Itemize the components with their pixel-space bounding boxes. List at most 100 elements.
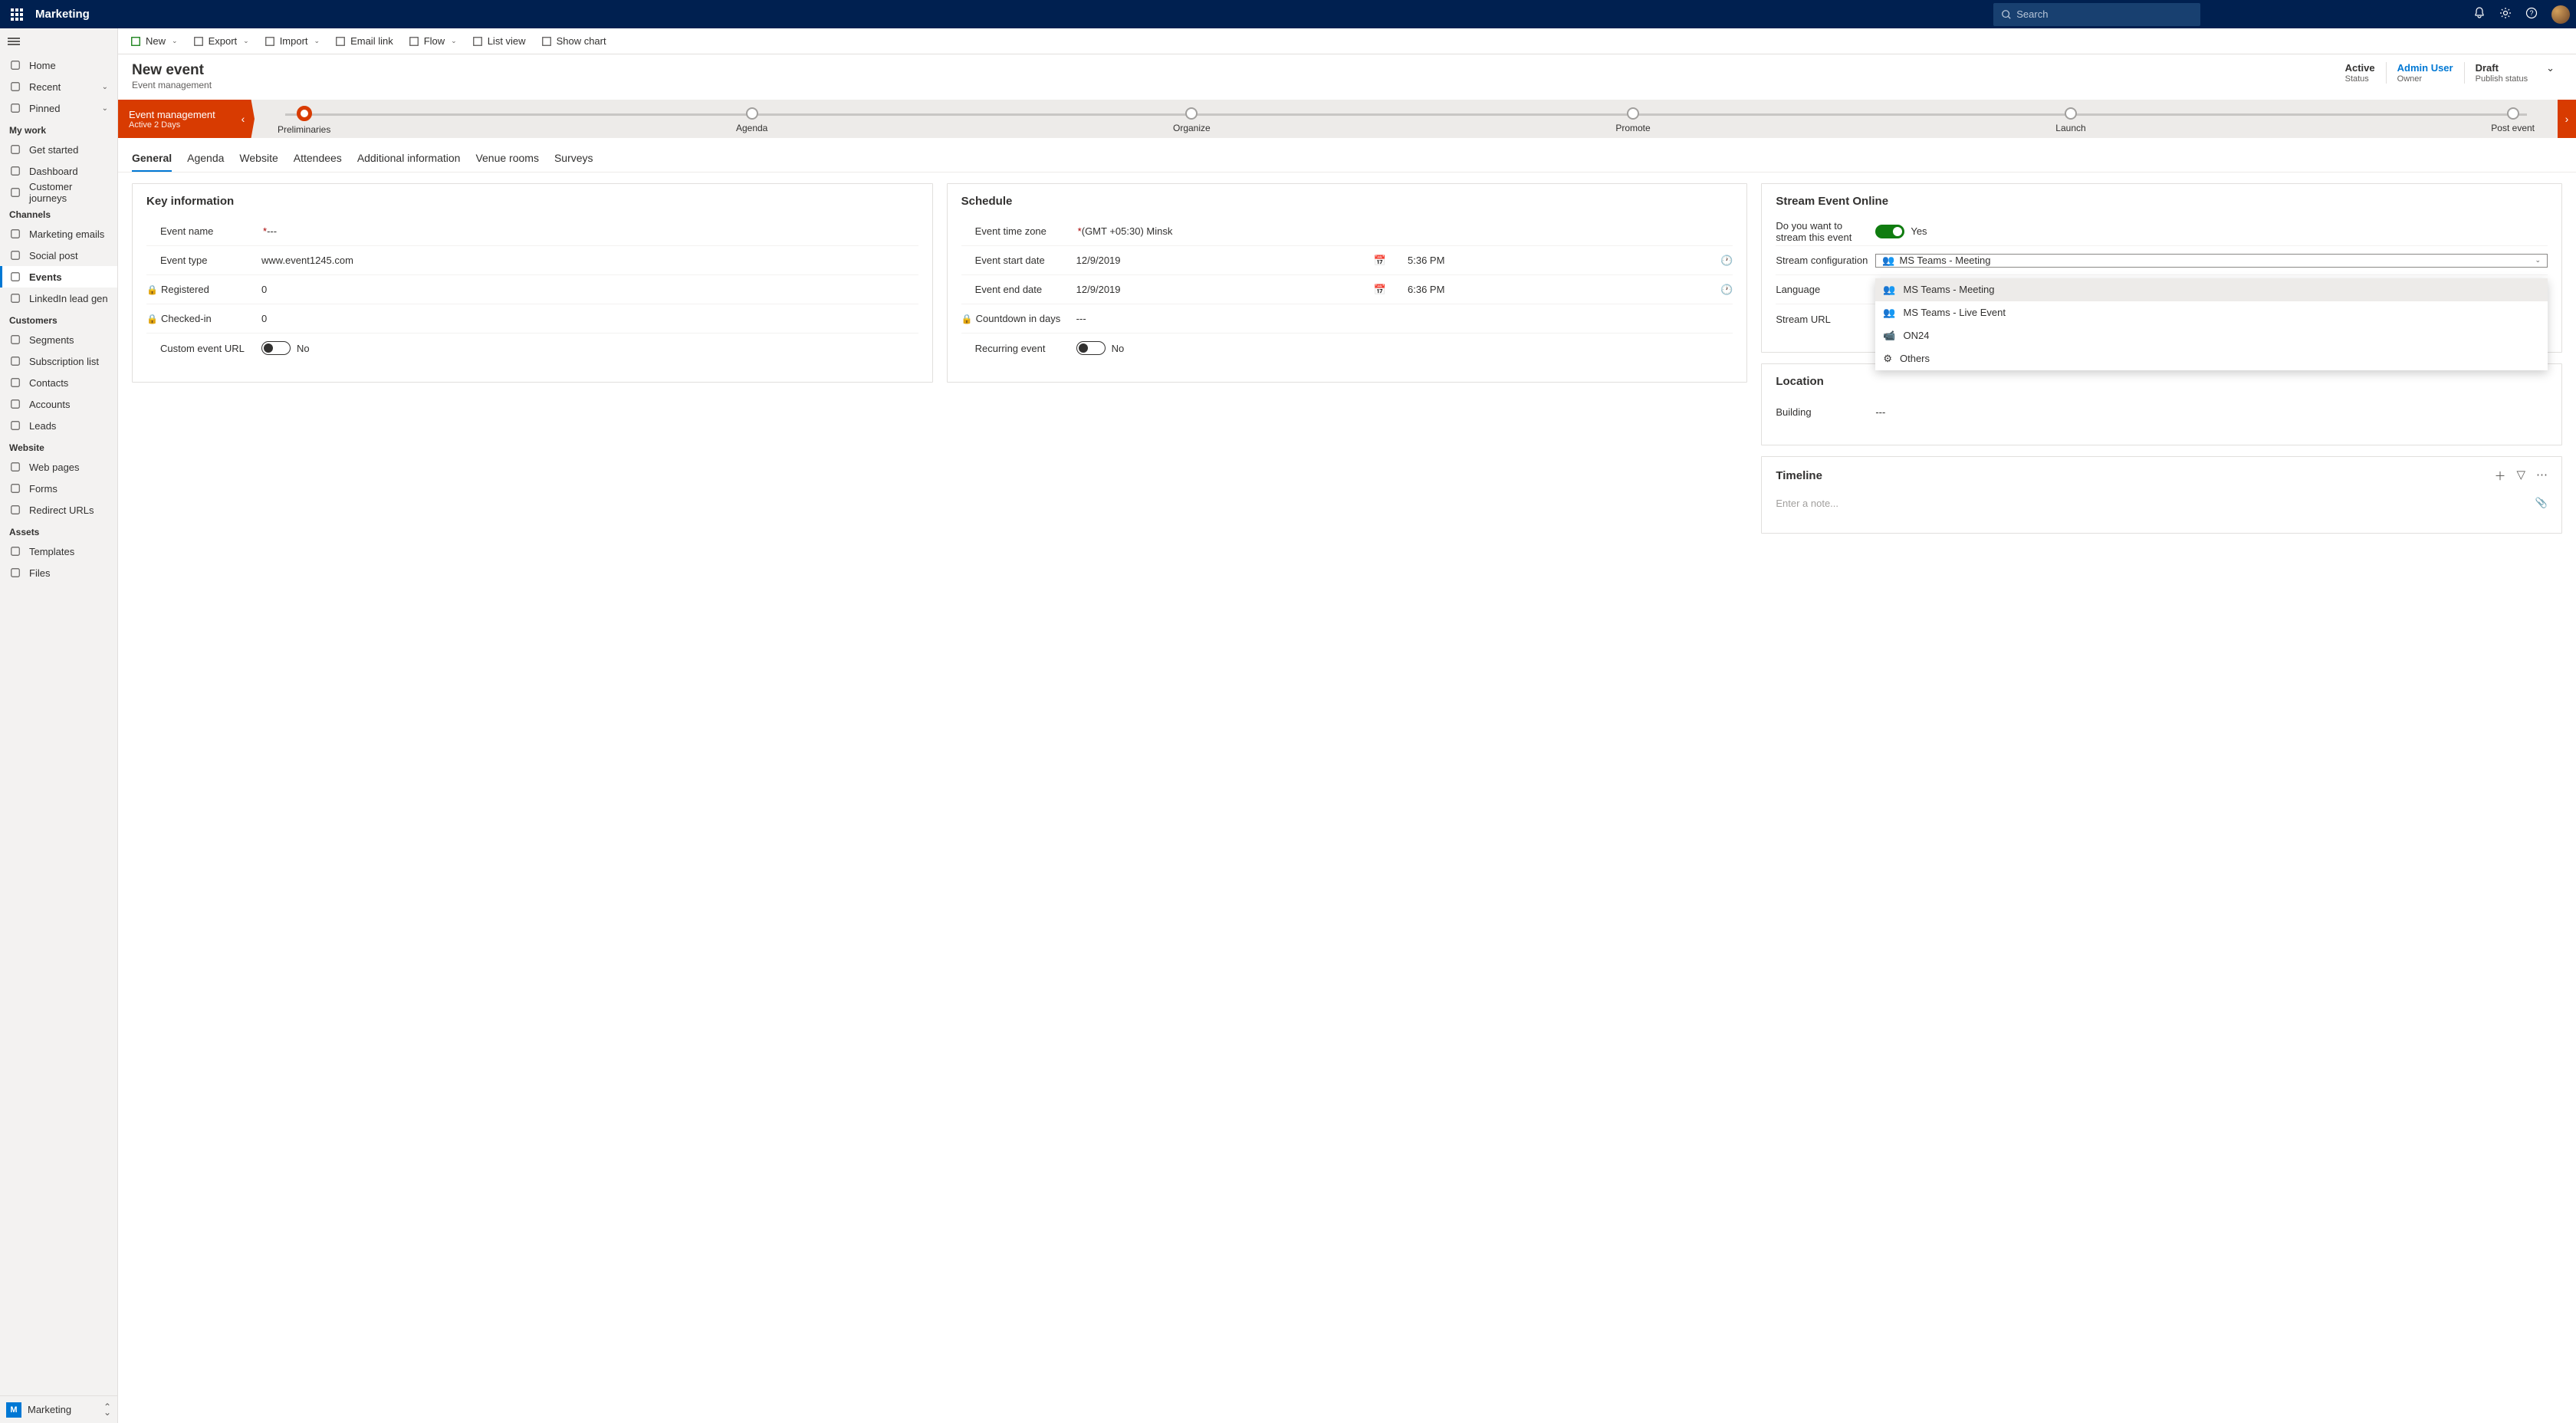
global-search[interactable]: Search (1993, 3, 2200, 26)
flow-button[interactable]: Flow⌄ (402, 31, 463, 52)
attachment-icon[interactable]: 📎 (2535, 497, 2548, 509)
tab-additional-information[interactable]: Additional information (357, 147, 461, 172)
chevron-down-icon: ⌄ (314, 37, 320, 45)
grid-icon (9, 165, 21, 177)
stage-post-event[interactable]: Post event (2491, 100, 2535, 138)
stage-launch[interactable]: Launch (2055, 100, 2085, 138)
app-launcher-icon[interactable] (6, 4, 28, 25)
current-stage[interactable]: Event management Active 2 Days (118, 100, 232, 138)
page-header: New event Event management ActiveStatusA… (118, 54, 2576, 90)
event-name-value[interactable]: --- (267, 225, 918, 237)
xlsi-icon (264, 36, 275, 47)
export-button[interactable]: Export⌄ (187, 31, 255, 52)
nav-home[interactable]: Home (0, 54, 117, 76)
stream-config-dropdown[interactable]: 👥MS Teams - Meeting ⌄ (1875, 254, 2548, 268)
start-date-input[interactable]: 12/9/2019📅 (1076, 255, 1401, 267)
tab-website[interactable]: Website (239, 147, 278, 172)
user-avatar[interactable] (2551, 5, 2570, 24)
tab-attendees[interactable]: Attendees (294, 147, 342, 172)
location-card: Location Building --- (1761, 363, 2562, 445)
nav-events[interactable]: Events (0, 266, 117, 288)
timeline-note-input[interactable]: Enter a note... 📎 (1776, 491, 2548, 514)
stage-organize[interactable]: Organize (1173, 100, 1211, 138)
start-date-label: Event start date (975, 255, 1045, 266)
stage-next-icon[interactable]: › (2558, 100, 2576, 138)
building-value[interactable]: --- (1875, 406, 2548, 418)
stage-prev-icon[interactable]: ‹ (232, 100, 255, 138)
email-link-button[interactable]: Email link (329, 31, 399, 52)
end-date-input[interactable]: 12/9/2019📅 (1076, 284, 1401, 296)
nav-social-post[interactable]: Social post (0, 245, 117, 266)
option-ms-teams-live-event[interactable]: 👥MS Teams - Live Event (1875, 301, 2548, 324)
nav-templates[interactable]: Templates (0, 541, 117, 562)
more-icon[interactable]: ⋯ (2536, 468, 2548, 484)
recurring-toggle[interactable]: No (1076, 341, 1733, 355)
tab-venue-rooms[interactable]: Venue rooms (475, 147, 539, 172)
nav-pinned[interactable]: Pinned⌄ (0, 97, 117, 119)
page-icon (9, 461, 21, 473)
new-button[interactable]: New⌄ (124, 31, 184, 52)
stage-promote[interactable]: Promote (1615, 100, 1650, 138)
calendar-icon[interactable]: 📅 (1374, 284, 1386, 296)
nav-recent[interactable]: Recent⌄ (0, 76, 117, 97)
area-switcher[interactable]: M Marketing ⌃⌄ (0, 1395, 117, 1423)
option-on24[interactable]: 📹ON24 (1875, 324, 2548, 347)
chevron-down-icon: ⌄ (451, 37, 457, 45)
settings-icon[interactable] (2499, 7, 2512, 21)
list-view-button[interactable]: List view (466, 31, 532, 52)
language-label: Language (1776, 284, 1820, 295)
nav-dashboard[interactable]: Dashboard (0, 160, 117, 182)
expand-header-icon[interactable]: ⌄ (2538, 62, 2562, 74)
nav-customer-journeys[interactable]: Customer journeys (0, 182, 117, 203)
tab-agenda[interactable]: Agenda (187, 147, 224, 172)
option-others[interactable]: ⚙Others (1875, 347, 2548, 370)
tab-general[interactable]: General (132, 147, 172, 172)
nav-subscription-list[interactable]: Subscription list (0, 350, 117, 372)
journey-icon (9, 186, 21, 199)
card-title: Timeline (1776, 469, 1822, 482)
linkedin-icon (9, 292, 21, 304)
timezone-label: Event time zone (975, 225, 1046, 237)
nav-leads[interactable]: Leads (0, 415, 117, 436)
add-icon[interactable]: ＋ (2494, 468, 2505, 484)
sidebar-toggle[interactable] (8, 36, 20, 47)
help-icon[interactable]: ? (2525, 7, 2538, 21)
nav-forms[interactable]: Forms (0, 478, 117, 499)
tab-surveys[interactable]: Surveys (554, 147, 593, 172)
globe-icon (9, 249, 21, 261)
nav-redirect-urls[interactable]: Redirect URLs (0, 499, 117, 521)
svg-text:?: ? (2529, 9, 2533, 17)
stage-agenda[interactable]: Agenda (736, 100, 767, 138)
show-chart-button[interactable]: Show chart (535, 31, 613, 52)
option-ms-teams-meeting[interactable]: 👥MS Teams - Meeting (1875, 278, 2548, 301)
notifications-icon[interactable] (2473, 7, 2486, 21)
nav-linkedin-lead-gen[interactable]: LinkedIn lead gen (0, 288, 117, 309)
start-time-input[interactable]: 5:36 PM🕐 (1408, 255, 1733, 267)
clock-icon[interactable]: 🕐 (1720, 255, 1733, 267)
filter-icon[interactable]: ▽ (2516, 468, 2525, 484)
nav-web-pages[interactable]: Web pages (0, 456, 117, 478)
command-bar: New⌄Export⌄Import⌄Email linkFlow⌄List vi… (118, 28, 2576, 54)
custom-url-toggle[interactable]: No (261, 341, 918, 355)
nav-contacts[interactable]: Contacts (0, 372, 117, 393)
event-type-value[interactable]: www.event1245.com (261, 255, 918, 266)
event-name-label: Event name (160, 225, 213, 237)
calendar-icon[interactable]: 📅 (1374, 255, 1386, 267)
import-button[interactable]: Import⌄ (258, 31, 326, 52)
stream-toggle[interactable]: Yes (1875, 225, 2548, 238)
chevron-down-icon: ⌄ (102, 83, 108, 91)
template-icon (9, 545, 21, 557)
form-icon (9, 482, 21, 495)
timezone-value[interactable]: (GMT +05:30) Minsk (1082, 225, 1733, 237)
nav-files[interactable]: Files (0, 562, 117, 583)
clock-icon[interactable]: 🕐 (1720, 284, 1733, 296)
stage-preliminaries[interactable]: Preliminaries (278, 100, 330, 138)
nav-accounts[interactable]: Accounts (0, 393, 117, 415)
end-date-label: Event end date (975, 284, 1042, 295)
end-time-input[interactable]: 6:36 PM🕐 (1408, 284, 1733, 296)
nav-get-started[interactable]: Get started (0, 139, 117, 160)
nav-segments[interactable]: Segments (0, 329, 117, 350)
nav-marketing-emails[interactable]: Marketing emails (0, 223, 117, 245)
nav-group-title: Website (0, 436, 117, 456)
status-owner[interactable]: Admin UserOwner (2386, 62, 2464, 84)
